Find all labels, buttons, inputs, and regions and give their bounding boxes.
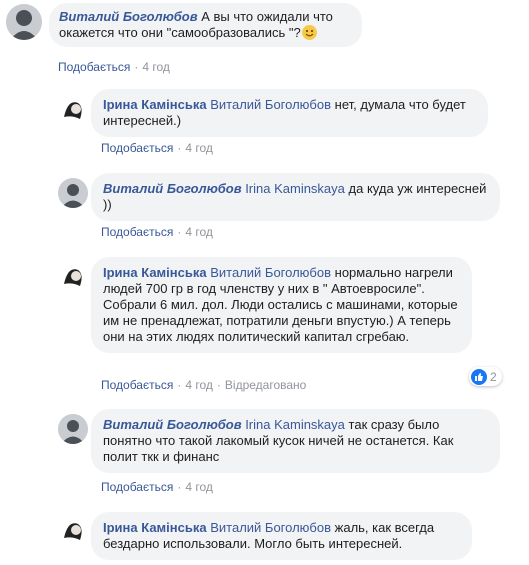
mention-link[interactable]: Irina Kaminskaya [245,181,345,196]
avatar[interactable] [6,4,42,40]
comment-author[interactable]: Ірина Камінська [103,265,207,280]
like-button[interactable]: Подобається [101,141,173,155]
comment-bubble: Ірина Камінська Виталий Боголюбов жаль, … [91,512,472,560]
like-reaction-icon [471,368,487,385]
comment-bubble: Виталий Боголюбов Irina Kaminskaya да ку… [91,173,500,221]
mention-link[interactable]: Irina Kaminskaya [245,417,345,432]
avatar[interactable] [58,414,88,444]
comment-bubble: Виталий Боголюбов А вы что ожидали что о… [49,3,362,47]
user-photo-icon [64,102,82,119]
comment-actions: Подобається · 4 год [58,60,170,74]
timestamp[interactable]: 4 год [185,480,213,494]
comment-actions: Подобається · 4 год [101,480,213,494]
avatar[interactable] [58,95,88,125]
like-button[interactable]: Подобається [101,378,173,392]
separator: · [177,225,182,239]
comment-actions: Подобається · 4 год [101,225,213,239]
timestamp[interactable]: 4 год [185,378,213,392]
mention-link[interactable]: Виталий Боголюбов [210,520,331,535]
comment-bubble: Ірина Камінська Виталий Боголюбов нормал… [91,257,472,353]
edited-label[interactable]: Відредаговано [225,378,306,392]
separator: · [216,378,221,392]
comment-bubble: Виталий Боголюбов Irina Kaminskaya так с… [91,409,500,473]
user-photo-icon [64,269,82,286]
avatar[interactable] [58,262,88,292]
reaction-count[interactable]: 2 [469,367,502,386]
timestamp[interactable]: 4 год [185,225,213,239]
like-button[interactable]: Подобається [58,60,130,74]
comment-actions: Подобається · 4 год [101,141,213,155]
mention-link[interactable]: Виталий Боголюбов [210,97,331,112]
user-photo-icon [64,523,82,540]
avatar[interactable] [58,516,88,546]
separator: · [134,60,139,74]
comment-author[interactable]: Виталий Боголюбов [103,417,242,432]
reaction-count-value: 2 [490,369,497,384]
avatar[interactable] [58,178,88,208]
separator: · [177,378,182,392]
separator: · [177,480,182,494]
timestamp[interactable]: 4 год [142,60,170,74]
user-photo-icon [6,4,42,40]
comment-author[interactable]: Виталий Боголюбов [103,181,242,196]
comment-author[interactable]: Виталий Боголюбов [59,9,198,24]
like-button[interactable]: Подобається [101,225,173,239]
comment-author[interactable]: Ірина Камінська [103,520,207,535]
user-photo-icon [58,178,88,208]
smiling-face-emoji-icon [301,25,317,40]
user-photo-icon [58,414,88,444]
separator: · [177,141,182,155]
like-button[interactable]: Подобається [101,480,173,494]
comment-bubble: Ірина Камінська Виталий Боголюбов нет, д… [91,89,488,137]
timestamp[interactable]: 4 год [185,141,213,155]
comment-author[interactable]: Ірина Камінська [103,97,207,112]
comment-actions: Подобається · 4 год · Відредаговано [101,378,306,392]
mention-link[interactable]: Виталий Боголюбов [210,265,331,280]
